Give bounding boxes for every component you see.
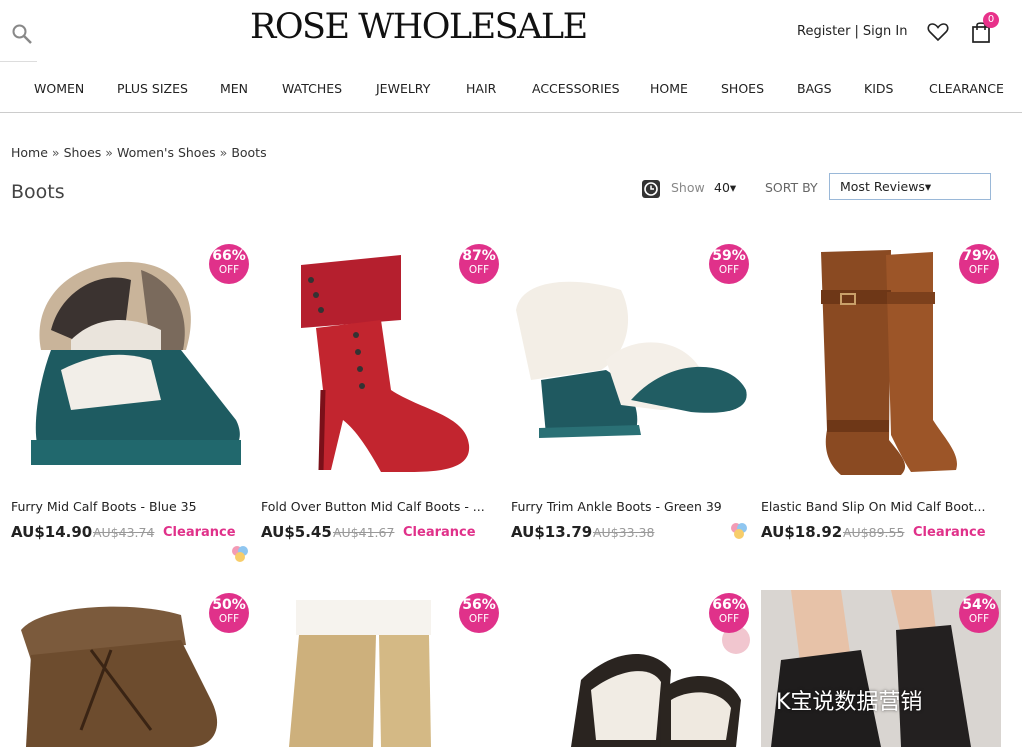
nav-bags[interactable]: BAGS — [797, 81, 832, 96]
account-links: Register | Sign In — [797, 24, 907, 39]
discount-percent: 87% — [462, 248, 496, 264]
discount-badge: 66% OFF — [209, 244, 249, 284]
page-title: Boots — [11, 181, 65, 203]
show-count-dropdown[interactable]: 40▾ — [714, 180, 736, 195]
cart-count-badge: 0 — [983, 12, 999, 28]
discount-off-label: OFF — [968, 264, 990, 276]
nav-home[interactable]: HOME — [650, 81, 688, 96]
nav-men[interactable]: MEN — [220, 81, 248, 96]
discount-off-label: OFF — [718, 613, 740, 625]
product-original-price: AU$43.74 — [93, 525, 155, 540]
site-header: ROSE WHOLESALE Register | Sign In 0 — [0, 0, 1022, 66]
discount-percent: 79% — [962, 248, 996, 264]
product-price: AU$14.90 — [11, 523, 93, 541]
discount-badge: 56% OFF — [459, 593, 499, 633]
sign-in-link[interactable]: Sign In — [863, 24, 908, 39]
nav-women[interactable]: WOMEN — [34, 81, 84, 96]
breadcrumb-womens-shoes[interactable]: Women's Shoes — [117, 145, 216, 160]
breadcrumb-separator: » — [219, 145, 228, 160]
search-icon — [12, 24, 32, 44]
color-options-icon[interactable] — [730, 522, 748, 540]
discount-badge: 79% OFF — [959, 244, 999, 284]
site-logo[interactable]: ROSE WHOLESALE — [250, 7, 588, 47]
product-price: AU$13.79 — [511, 523, 593, 541]
main-nav: WOMEN PLUS SIZES MEN WATCHES JEWELRY HAI… — [0, 66, 1022, 113]
color-options-icon[interactable] — [231, 545, 249, 563]
product-original-price: AU$33.38 — [593, 525, 655, 540]
show-label: Show — [671, 180, 705, 195]
watermark-text: K宝说数据营销 — [776, 690, 923, 715]
sort-by-select[interactable]: Most Reviews▾ — [829, 173, 991, 200]
product-name[interactable]: Elastic Band Slip On Mid Calf Boot... — [761, 499, 991, 514]
discount-off-label: OFF — [218, 264, 240, 276]
nav-kids[interactable]: KIDS — [864, 81, 893, 96]
discount-off-label: OFF — [968, 613, 990, 625]
discount-badge: 66% OFF — [709, 593, 749, 633]
discount-badge: 50% OFF — [209, 593, 249, 633]
discount-percent: 66% — [212, 248, 246, 264]
discount-percent: 50% — [212, 597, 246, 613]
discount-badge: 59% OFF — [709, 244, 749, 284]
nav-shoes[interactable]: SHOES — [721, 81, 764, 96]
breadcrumb: Home» Shoes» Women's Shoes» Boots — [11, 145, 267, 160]
nav-clearance[interactable]: CLEARANCE — [929, 81, 1004, 96]
breadcrumb-home[interactable]: Home — [11, 145, 48, 160]
discount-badge: 87% OFF — [459, 244, 499, 284]
discount-off-label: OFF — [468, 264, 490, 276]
register-link[interactable]: Register — [797, 24, 851, 39]
discount-off-label: OFF — [218, 613, 240, 625]
history-clock-icon[interactable] — [642, 180, 660, 198]
breadcrumb-boots: Boots — [231, 145, 267, 160]
sort-by-label: SORT BY — [765, 180, 818, 195]
discount-off-label: OFF — [718, 264, 740, 276]
discount-badge: 54% OFF — [959, 593, 999, 633]
search-button[interactable] — [0, 8, 37, 62]
nav-accessories[interactable]: ACCESSORIES — [532, 81, 620, 96]
nav-hair[interactable]: HAIR — [466, 81, 496, 96]
discount-percent: 59% — [712, 248, 746, 264]
discount-percent: 66% — [712, 597, 746, 613]
discount-off-label: OFF — [468, 613, 490, 625]
product-name[interactable]: Furry Trim Ankle Boots - Green 39 — [511, 499, 741, 514]
discount-percent: 54% — [962, 597, 996, 613]
product-price: AU$18.92 — [761, 523, 843, 541]
product-name[interactable]: Furry Mid Calf Boots - Blue 35 — [11, 499, 241, 514]
breadcrumb-shoes[interactable]: Shoes — [64, 145, 102, 160]
clearance-tag[interactable]: Clearance — [403, 525, 476, 540]
nav-jewelry[interactable]: JEWELRY — [376, 81, 430, 96]
discount-percent: 56% — [462, 597, 496, 613]
account-separator: | — [854, 24, 859, 39]
clearance-tag[interactable]: Clearance — [163, 525, 236, 540]
product-name[interactable]: Fold Over Button Mid Calf Boots - ... — [261, 499, 491, 514]
clearance-tag[interactable]: Clearance — [913, 525, 986, 540]
nav-watches[interactable]: WATCHES — [282, 81, 342, 96]
product-original-price: AU$41.67 — [333, 525, 395, 540]
breadcrumb-separator: » — [51, 145, 60, 160]
breadcrumb-separator: » — [105, 145, 113, 160]
wishlist-heart-icon[interactable] — [927, 22, 949, 42]
product-original-price: AU$89.55 — [843, 525, 905, 540]
nav-plus-sizes[interactable]: PLUS SIZES — [117, 81, 188, 96]
product-price: AU$5.45 — [261, 523, 332, 541]
